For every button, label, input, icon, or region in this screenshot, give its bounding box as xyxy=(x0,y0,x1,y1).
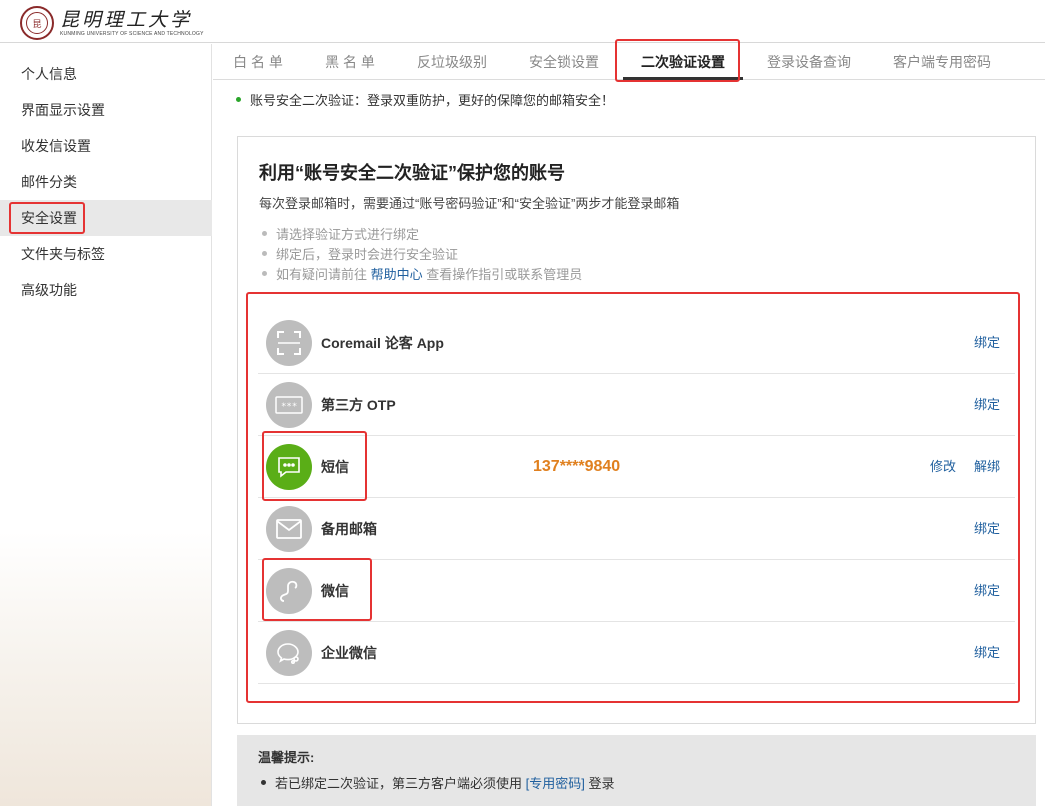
logo-name-en: KUNMING UNIVERSITY OF SCIENCE AND TECHNO… xyxy=(60,30,204,37)
bind-button-wechat[interactable]: 绑定 xyxy=(974,560,1000,622)
bind-button-wework[interactable]: 绑定 xyxy=(974,622,1000,684)
method-row-sms: 短信 137****9840 修改 解绑 xyxy=(258,436,1015,498)
tab-security-lock[interactable]: 安全锁设置 xyxy=(524,44,604,80)
hint-text: 绑定后，登录时会进行安全验证 xyxy=(276,247,459,262)
sidebar-item-personal-info[interactable]: 个人信息 xyxy=(0,56,212,92)
tips-line: 若已绑定二次验证，第三方客户端必须使用 [专用密码] 登录 xyxy=(261,773,614,792)
university-seal-icon: 昆 xyxy=(20,6,54,40)
tips-box: 温馨提示: 若已绑定二次验证，第三方客户端必须使用 [专用密码] 登录 xyxy=(237,735,1036,806)
svg-text:***: *** xyxy=(281,402,297,412)
hint-item: 绑定后，登录时会进行安全验证 xyxy=(262,244,458,263)
sidebar-item-mail-category[interactable]: 邮件分类 xyxy=(0,164,212,200)
bind-button-coremail[interactable]: 绑定 xyxy=(974,312,1000,374)
method-name: 微信 xyxy=(321,583,349,599)
tab-login-devices[interactable]: 登录设备查询 xyxy=(762,44,856,80)
sidebar-item-send-receive[interactable]: 收发信设置 xyxy=(0,128,212,164)
tab-client-password[interactable]: 客户端专用密码 xyxy=(888,44,996,80)
tips-text: 若已绑定二次验证，第三方客户端必须使用 xyxy=(275,776,526,791)
sidebar-item-folders-labels[interactable]: 文件夹与标签 xyxy=(0,236,212,272)
seal-glyph: 昆 xyxy=(26,12,48,34)
top-bar: 昆 昆明理工大学 KUNMING UNIVERSITY OF SCIENCE A… xyxy=(0,0,1045,43)
sms-icon xyxy=(266,444,312,490)
method-name: 短信 xyxy=(321,459,349,475)
bind-button-otp[interactable]: 绑定 xyxy=(974,374,1000,436)
tab-whitelist[interactable]: 白 名 单 xyxy=(225,44,291,80)
panel-subtitle: 每次登录邮箱时，需要通过“账号密码验证”和“安全验证”两步才能登录邮箱 xyxy=(259,196,680,211)
method-row-wework: 企业微信 绑定 xyxy=(258,622,1015,684)
hint-text: 请选择验证方式进行绑定 xyxy=(276,227,420,242)
security-tabs: 白 名 单 黑 名 单 反垃圾级别 安全锁设置 二次验证设置 登录设备查询 客户… xyxy=(213,44,1045,80)
notice-dot-icon xyxy=(236,97,241,103)
scan-icon xyxy=(266,320,312,366)
unbind-button-sms[interactable]: 解绑 xyxy=(974,436,1000,498)
method-row-coremail: Coremail 论客 App 绑定 xyxy=(258,312,1015,374)
bullet-icon xyxy=(262,251,267,257)
hint-text: 查看操作指引或联系管理员 xyxy=(422,267,583,282)
wework-icon xyxy=(266,630,312,676)
notice-text: 账号安全二次验证：登录双重防护，更好的保障您的邮箱安全！ xyxy=(250,93,615,108)
tips-title: 温馨提示: xyxy=(258,750,315,765)
envelope-icon xyxy=(266,506,312,552)
bullet-icon xyxy=(262,271,267,277)
tab-two-factor[interactable]: 二次验证设置 xyxy=(623,44,743,80)
bullet-icon xyxy=(261,780,266,786)
wechat-icon xyxy=(266,568,312,614)
help-center-link[interactable]: 帮助中心 xyxy=(371,267,423,282)
bullet-icon xyxy=(262,231,267,237)
bind-button-backup-email[interactable]: 绑定 xyxy=(974,498,1000,560)
client-password-link[interactable]: [专用密码] xyxy=(526,776,585,791)
tab-antispam-level[interactable]: 反垃圾级别 xyxy=(412,44,492,80)
settings-sidebar: 个人信息 界面显示设置 收发信设置 邮件分类 安全设置 文件夹与标签 高级功能 xyxy=(0,44,212,806)
hint-text: 如有疑问请前往 xyxy=(276,267,371,282)
method-row-wechat: 微信 绑定 xyxy=(258,560,1015,622)
method-row-backup-email: 备用邮箱 绑定 xyxy=(258,498,1015,560)
tips-text: 登录 xyxy=(584,776,615,791)
modify-button-sms[interactable]: 修改 xyxy=(930,436,956,498)
logo-name-cn: 昆明理工大学 xyxy=(60,8,193,31)
hint-item: 请选择验证方式进行绑定 xyxy=(262,224,419,243)
sidebar-item-advanced[interactable]: 高级功能 xyxy=(0,272,212,308)
method-name: 备用邮箱 xyxy=(321,521,377,537)
method-name: Coremail 论客 App xyxy=(321,335,444,351)
tab-blacklist[interactable]: 黑 名 单 xyxy=(317,44,383,80)
method-row-otp: *** 第三方 OTP 绑定 xyxy=(258,374,1015,436)
otp-code-icon: *** xyxy=(266,382,312,428)
bound-phone-number: 137****9840 xyxy=(533,458,621,475)
security-notice: 账号安全二次验证：登录双重防护，更好的保障您的邮箱安全！ xyxy=(236,90,614,109)
sidebar-item-display[interactable]: 界面显示设置 xyxy=(0,92,212,128)
hint-item: 如有疑问请前往 帮助中心 查看操作指引或联系管理员 xyxy=(262,264,582,283)
university-logo[interactable]: 昆 昆明理工大学 KUNMING UNIVERSITY OF SCIENCE A… xyxy=(20,6,204,40)
logo-text: 昆明理工大学 KUNMING UNIVERSITY OF SCIENCE AND… xyxy=(60,9,204,38)
sidebar-item-security[interactable]: 安全设置 xyxy=(0,200,212,236)
method-name: 第三方 OTP xyxy=(321,397,396,413)
panel-title: 利用“账号安全二次验证”保护您的账号 xyxy=(259,163,565,183)
method-name: 企业微信 xyxy=(321,645,377,661)
